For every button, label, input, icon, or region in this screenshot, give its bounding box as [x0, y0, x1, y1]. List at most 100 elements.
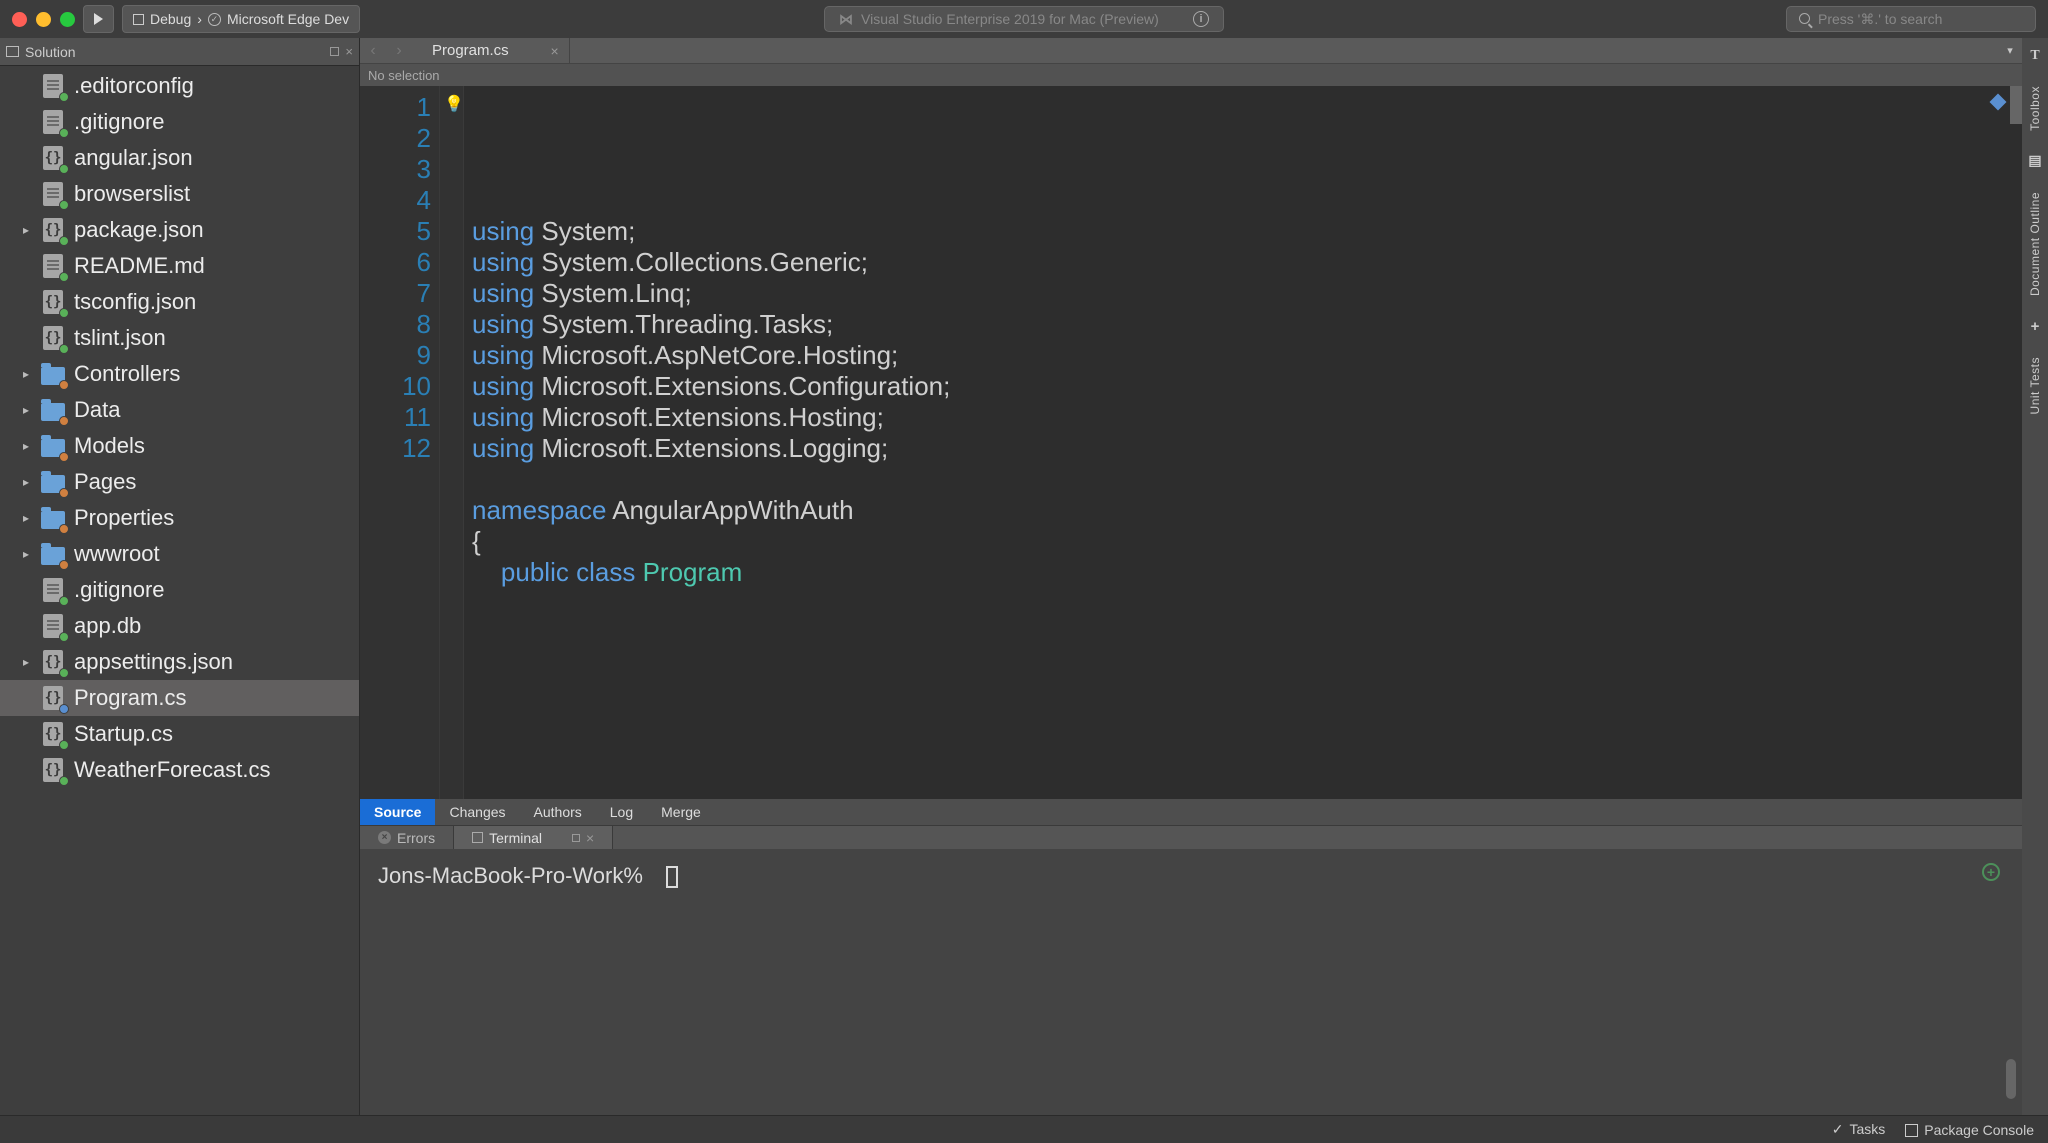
close-icon[interactable]: × — [345, 44, 353, 59]
tree-item-label: Controllers — [74, 361, 180, 387]
vcs-tab[interactable]: Source — [360, 799, 435, 825]
tree-item[interactable]: ▸{}tslint.json — [0, 320, 359, 356]
tree-item[interactable]: ▸{}Startup.cs — [0, 716, 359, 752]
expander-icon[interactable]: ▸ — [20, 511, 32, 525]
terminal-tab[interactable]: Terminal × — [454, 826, 613, 849]
vcs-status-badge — [59, 524, 69, 534]
status-bar: Tasks Package Console — [0, 1115, 2048, 1143]
run-button[interactable] — [83, 5, 114, 33]
unit-tests-tab[interactable]: Unit Tests — [2028, 357, 2042, 414]
breadcrumb-text: No selection — [368, 68, 440, 83]
expander-icon[interactable]: ▸ — [20, 439, 32, 453]
file-icon — [40, 109, 66, 135]
tree-item[interactable]: ▸README.md — [0, 248, 359, 284]
tree-item[interactable]: ▸{}angular.json — [0, 140, 359, 176]
expander-icon[interactable]: ▸ — [20, 403, 32, 417]
tree-item[interactable]: ▸ Controllers — [0, 356, 359, 392]
expander-icon[interactable]: ▸ — [20, 475, 32, 489]
close-icon[interactable]: × — [586, 830, 594, 846]
code-editor[interactable]: 123456789101112 💡 using System;using Sys… — [360, 86, 2022, 799]
tree-item[interactable]: ▸browserslist — [0, 176, 359, 212]
vcs-tab[interactable]: Changes — [435, 799, 519, 825]
terminal-prompt: Jons-MacBook-Pro-Work% — [378, 863, 643, 888]
editor-breadcrumb[interactable]: No selection — [360, 64, 2022, 86]
tree-item[interactable]: ▸{}appsettings.json — [0, 644, 359, 680]
info-icon[interactable]: i — [1193, 11, 1209, 27]
terminal-cursor — [666, 866, 678, 888]
document-outline-tab[interactable]: Document Outline — [2028, 192, 2042, 296]
tree-item[interactable]: ▸.gitignore — [0, 572, 359, 608]
code-content[interactable]: using System;using System.Collections.Ge… — [464, 86, 2022, 799]
tree-item[interactable]: ▸app.db — [0, 608, 359, 644]
expander-icon[interactable]: ▸ — [20, 223, 32, 237]
vcs-status-badge — [59, 308, 69, 318]
editor-tab-label: Program.cs — [432, 42, 509, 59]
global-search[interactable]: Press '⌘.' to search — [1786, 6, 2036, 32]
outline-icon[interactable]: ▤ — [2028, 153, 2041, 170]
marker-icon — [1990, 94, 2007, 111]
vcs-tab[interactable]: Authors — [520, 799, 596, 825]
terminal-panel[interactable]: Jons-MacBook-Pro-Work% + — [360, 849, 2022, 1115]
editor-tab-program[interactable]: Program.cs × — [412, 38, 570, 63]
vcs-status-badge — [59, 236, 69, 246]
minimap-scroll[interactable] — [2010, 86, 2022, 124]
expander-icon[interactable]: ▸ — [20, 547, 32, 561]
tree-item[interactable]: ▸Pages — [0, 464, 359, 500]
chevron-right-icon: › — [197, 11, 202, 27]
tree-item-label: README.md — [74, 253, 205, 279]
nav-forward-button[interactable]: › — [386, 38, 412, 63]
lightbulb-icon[interactable]: 💡 — [444, 94, 464, 114]
solution-title: Solution — [25, 44, 76, 60]
package-console-status[interactable]: Package Console — [1905, 1122, 2034, 1138]
right-tool-strip: T Toolbox ▤ Document Outline + Unit Test… — [2022, 38, 2048, 1115]
vcs-status-badge — [59, 452, 69, 462]
tree-item[interactable]: ▸{}tsconfig.json — [0, 284, 359, 320]
vcs-status-badge — [59, 380, 69, 390]
vcs-status-badge — [59, 344, 69, 354]
tree-item[interactable]: ▸.editorconfig — [0, 68, 359, 104]
close-tab-icon[interactable]: × — [551, 43, 559, 59]
tree-item-label: angular.json — [74, 145, 193, 171]
close-window-button[interactable] — [12, 12, 27, 27]
tree-item[interactable]: ▸{}package.json — [0, 212, 359, 248]
tree-item[interactable]: ▸Data — [0, 392, 359, 428]
app-title: Visual Studio Enterprise 2019 for Mac (P… — [861, 11, 1159, 27]
code-file-icon: {} — [40, 325, 66, 351]
expander-icon[interactable]: ▸ — [20, 367, 32, 381]
tree-item[interactable]: ▸{}Program.cs — [0, 680, 359, 716]
tree-item[interactable]: ▸Models — [0, 428, 359, 464]
dock-icon[interactable] — [572, 834, 580, 842]
line-number-gutter: 123456789101112 — [360, 86, 440, 799]
errors-tab[interactable]: × Errors — [360, 826, 454, 849]
add-terminal-button[interactable]: + — [1982, 863, 2000, 881]
expander-icon[interactable]: ▸ — [20, 655, 32, 669]
solution-sidebar: Solution × ▸.editorconfig▸.gitignore▸{}a… — [0, 38, 360, 1115]
vcs-tab[interactable]: Log — [596, 799, 647, 825]
tab-overflow-button[interactable]: ▾ — [1998, 38, 2022, 63]
solution-tree[interactable]: ▸.editorconfig▸.gitignore▸{}angular.json… — [0, 66, 359, 1115]
scrollbar-thumb[interactable] — [2006, 1059, 2016, 1099]
code-file-icon: {} — [40, 757, 66, 783]
glyph-margin: 💡 — [440, 86, 464, 799]
run-target-selector[interactable]: Debug › ✓ Microsoft Edge Dev — [122, 5, 360, 33]
toolbox-tab[interactable]: Toolbox — [2028, 86, 2042, 131]
fullscreen-window-button[interactable] — [60, 12, 75, 27]
tasks-status[interactable]: Tasks — [1832, 1121, 1886, 1138]
tree-item[interactable]: ▸.gitignore — [0, 104, 359, 140]
tree-item[interactable]: ▸Properties — [0, 500, 359, 536]
toolbox-icon[interactable]: T — [2030, 48, 2039, 64]
vcs-status-badge — [59, 632, 69, 642]
nav-back-button[interactable]: ‹ — [360, 38, 386, 63]
tree-item-label: tslint.json — [74, 325, 166, 351]
solution-header: Solution × — [0, 38, 359, 66]
vcs-status-badge — [59, 164, 69, 174]
unit-tests-icon[interactable]: + — [2031, 318, 2040, 335]
dock-icon[interactable] — [330, 47, 339, 56]
vcs-tab[interactable]: Merge — [647, 799, 715, 825]
tree-item[interactable]: ▸wwwroot — [0, 536, 359, 572]
vcs-status-badge — [59, 596, 69, 606]
tree-item-label: WeatherForecast.cs — [74, 757, 270, 783]
tree-item[interactable]: ▸{}WeatherForecast.cs — [0, 752, 359, 788]
minimize-window-button[interactable] — [36, 12, 51, 27]
vcs-status-badge — [59, 776, 69, 786]
